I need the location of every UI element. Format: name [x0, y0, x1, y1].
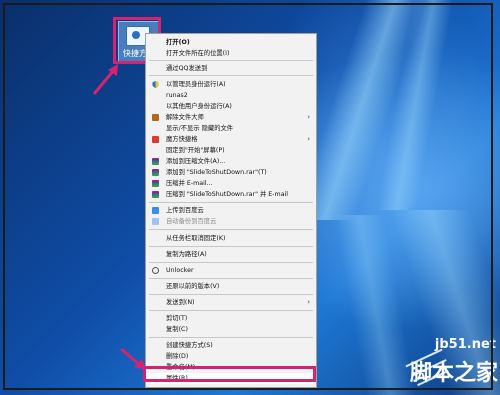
menu-item-label: 固定到"开始"屏幕(P)	[166, 147, 225, 154]
menu-item-label: 复制(C)	[166, 326, 188, 333]
menu-separator	[149, 246, 313, 247]
menu-item-pin-to-start[interactable]: 固定到"开始"屏幕(P)	[146, 145, 316, 156]
submenu-arrow-icon: ›	[307, 113, 310, 121]
menu-item-unpin-taskbar[interactable]: 从任务栏取消固定(K)	[146, 233, 316, 244]
pointer-arrow-top	[92, 64, 118, 95]
menu-item-run-as-admin[interactable]: 以管理员身份运行(A)	[146, 79, 316, 90]
menu-item-runas2[interactable]: runas2	[146, 90, 316, 101]
properties-highlight-box	[143, 366, 316, 382]
menu-item-cut[interactable]: 剪切(T)	[146, 313, 316, 324]
menu-item-compress-rar-email[interactable]: 压缩到 "SlideToShutDown.rar" 并 E-mail	[146, 189, 316, 200]
menu-separator	[149, 262, 313, 263]
menu-item-label: Unlocker	[166, 267, 194, 274]
menu-item-label: runas2	[166, 92, 188, 99]
cloud-icon	[152, 207, 159, 214]
menu-item-unlocker[interactable]: Unlocker	[146, 265, 316, 276]
watermark: jb51.net 脚本之家	[404, 335, 500, 395]
menu-item-cube-shortcut[interactable]: 魔方快捷格 ›	[146, 134, 316, 145]
menu-item-upload-baidu[interactable]: 上传到百度云	[146, 205, 316, 216]
menu-item-label: 以管理员身份运行(A)	[166, 81, 226, 88]
menu-item-copy-as-path[interactable]: 复制为路径(A)	[146, 249, 316, 260]
menu-item-label: 添加到 "SlideToShutDown.rar"(T)	[166, 169, 267, 176]
cube-icon	[152, 136, 159, 143]
menu-item-label: 通过QQ发送到	[166, 65, 208, 72]
menu-item-open-location[interactable]: 打开文件所在的位置(I)	[146, 48, 316, 59]
menu-item-copy[interactable]: 复制(C)	[146, 324, 316, 335]
menu-item-label: 打开(O)	[166, 39, 190, 46]
menu-item-label: 打开文件所在的位置(I)	[166, 50, 230, 57]
menu-item-label: 压缩到 "SlideToShutDown.rar" 并 E-mail	[166, 191, 289, 198]
menu-item-label: 解除文件大师	[166, 114, 204, 121]
menu-item-create-shortcut[interactable]: 创建快捷方式(S)	[146, 340, 316, 351]
menu-item-label: 剪切(T)	[166, 315, 188, 322]
menu-item-label: 添加到压缩文件(A)...	[166, 158, 226, 165]
menu-item-toggle-hidden-files[interactable]: 显示/不显示 隐藏的文件	[146, 123, 316, 134]
unlocker-icon	[152, 267, 159, 274]
menu-separator	[149, 294, 313, 295]
menu-item-restore-previous[interactable]: 还原以前的版本(V)	[146, 281, 316, 292]
menu-item-compress-email[interactable]: 压缩并 E-mail...	[146, 178, 316, 189]
menu-separator	[149, 202, 313, 203]
menu-item-send-via-qq[interactable]: 通过QQ发送到	[146, 63, 316, 74]
menu-item-run-as-other-user[interactable]: 以其他用户身份运行(A)	[146, 101, 316, 112]
menu-separator	[149, 75, 313, 76]
menu-item-label: 删除(D)	[166, 353, 189, 360]
menu-item-label: 从任务栏取消固定(K)	[166, 235, 226, 242]
menu-separator	[149, 310, 313, 311]
menu-item-label: 发送到(N)	[166, 299, 195, 306]
menu-separator	[149, 60, 313, 61]
menu-item-delete[interactable]: 删除(D)	[146, 351, 316, 362]
menu-item-add-to-rar[interactable]: 添加到 "SlideToShutDown.rar"(T)	[146, 167, 316, 178]
menu-item-open[interactable]: 打开(O)	[146, 37, 316, 48]
submenu-arrow-icon: ›	[307, 135, 310, 143]
menu-item-label: 自动备份到百度云	[166, 218, 217, 225]
menu-item-label: 创建快捷方式(S)	[166, 342, 213, 349]
menu-item-add-to-archive[interactable]: 添加到压缩文件(A)...	[146, 156, 316, 167]
menu-item-label: 显示/不显示 隐藏的文件	[166, 125, 234, 132]
submenu-arrow-icon: ›	[307, 298, 310, 306]
menu-item-label: 以其他用户身份运行(A)	[166, 103, 232, 110]
context-menu: 打开(O) 打开文件所在的位置(I) 通过QQ发送到 以管理员身份运行(A) r…	[145, 33, 317, 388]
menu-item-label: 复制为路径(A)	[166, 251, 207, 258]
menu-item-label: 压缩并 E-mail...	[166, 180, 213, 187]
watermark-url: jb51.net	[434, 337, 496, 352]
menu-separator	[149, 229, 313, 230]
menu-item-file-master[interactable]: 解除文件大师 ›	[146, 112, 316, 123]
menu-item-label: 魔方快捷格	[166, 136, 198, 143]
menu-separator	[149, 278, 313, 279]
cloud-icon	[152, 218, 159, 225]
winrar-icon	[152, 158, 159, 165]
menu-separator	[149, 337, 313, 338]
shield-icon	[152, 81, 159, 88]
winrar-icon	[152, 169, 159, 176]
menu-item-label: 上传到百度云	[166, 207, 204, 214]
menu-item-label: 还原以前的版本(V)	[166, 283, 220, 290]
winrar-icon	[152, 191, 159, 198]
watermark-text: 脚本之家	[409, 361, 498, 386]
menu-item-auto-backup-baidu[interactable]: 自动备份到百度云	[146, 216, 316, 227]
file-master-icon	[152, 114, 159, 121]
winrar-icon	[152, 180, 159, 187]
menu-item-send-to[interactable]: 发送到(N) ›	[146, 297, 316, 308]
